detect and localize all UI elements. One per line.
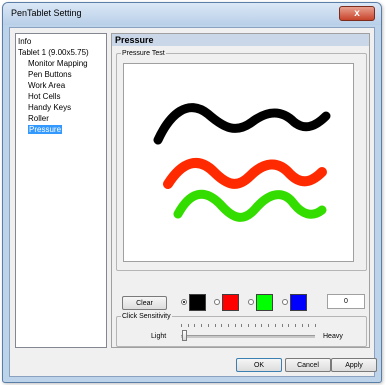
pressure-panel: Pressure Pressure Test Clear 0 Click Sen…	[111, 33, 370, 348]
blue-color-swatch[interactable]	[290, 294, 307, 311]
slider-tick	[194, 324, 196, 327]
tree-item-hot-cells[interactable]: Hot Cells	[18, 91, 106, 102]
slider-tick	[214, 324, 216, 327]
red-color-swatch[interactable]	[222, 294, 239, 311]
slider-tick	[294, 324, 296, 327]
slider-tick	[261, 324, 263, 327]
clear-button[interactable]: Clear	[122, 296, 167, 310]
sensitivity-slider-thumb[interactable]	[181, 330, 187, 341]
black-stroke	[153, 103, 331, 145]
slider-tick	[234, 324, 236, 327]
click-sensitivity-group: Click Sensitivity Light Heavy	[116, 313, 367, 347]
slider-min-label: Light	[151, 333, 167, 340]
slider-tick	[181, 324, 182, 327]
pressure-test-label: Pressure Test	[122, 50, 165, 57]
tree-item-pen-buttons[interactable]: Pen Buttons	[18, 69, 106, 80]
tree-item-roller[interactable]: Roller	[18, 113, 106, 124]
slider-tick	[268, 324, 270, 327]
red-color-radio[interactable]	[214, 299, 220, 305]
slider-tick	[187, 324, 189, 327]
settings-tree[interactable]: Info Tablet 1 (9.00x5.75) Monitor Mappin…	[15, 33, 107, 348]
slider-tick	[315, 324, 316, 327]
cancel-button[interactable]: Cancel	[285, 358, 331, 372]
tree-item-handy-keys[interactable]: Handy Keys	[18, 102, 106, 113]
slider-tick	[281, 324, 283, 327]
tree-item-work-area[interactable]: Work Area	[18, 80, 106, 91]
black-color-radio[interactable]	[181, 299, 187, 305]
tree-item-monitor-mapping[interactable]: Monitor Mapping	[18, 58, 106, 69]
click-sensitivity-label: Click Sensitivity	[122, 313, 171, 320]
dialog-client-area: Info Tablet 1 (9.00x5.75) Monitor Mappin…	[9, 27, 377, 377]
blue-color-radio[interactable]	[282, 299, 288, 305]
slider-tick	[227, 324, 229, 327]
slider-tick	[201, 324, 203, 327]
close-button[interactable]: x	[339, 6, 375, 21]
slider-max-label: Heavy	[323, 333, 343, 340]
tree-item-info[interactable]: Info	[18, 36, 106, 47]
pentablet-setting-window: PenTablet Setting x Info Tablet 1 (9.00x…	[2, 2, 382, 383]
close-icon: x	[354, 8, 360, 19]
slider-tick	[254, 324, 256, 327]
pressure-test-canvas[interactable]	[123, 63, 354, 262]
tree-item-pressure[interactable]: Pressure	[18, 124, 106, 135]
slider-tick	[207, 324, 209, 327]
slider-tick	[308, 324, 310, 327]
pressure-value-field: 0	[327, 294, 365, 309]
green-stroke	[173, 189, 327, 222]
black-color-swatch[interactable]	[189, 294, 206, 311]
slider-ticks	[181, 324, 316, 328]
green-color-radio[interactable]	[248, 299, 254, 305]
slider-tick	[241, 324, 243, 327]
red-stroke	[163, 158, 327, 189]
panel-title: Pressure	[112, 34, 369, 46]
sensitivity-slider-track[interactable]	[181, 335, 315, 338]
strokes-drawing	[153, 103, 331, 222]
slider-tick	[288, 324, 290, 327]
slider-tick	[221, 324, 223, 327]
pressure-test-group: Pressure Test	[116, 50, 367, 271]
ok-button[interactable]: OK	[236, 358, 282, 372]
tree-item-tablet-1[interactable]: Tablet 1 (9.00x5.75)	[18, 47, 106, 58]
green-color-swatch[interactable]	[256, 294, 273, 311]
slider-tick	[274, 324, 276, 327]
apply-button[interactable]: Apply	[331, 358, 377, 372]
window-title: PenTablet Setting	[11, 8, 82, 18]
slider-tick	[301, 324, 303, 327]
slider-tick	[248, 324, 249, 327]
title-bar[interactable]: PenTablet Setting x	[3, 3, 381, 25]
